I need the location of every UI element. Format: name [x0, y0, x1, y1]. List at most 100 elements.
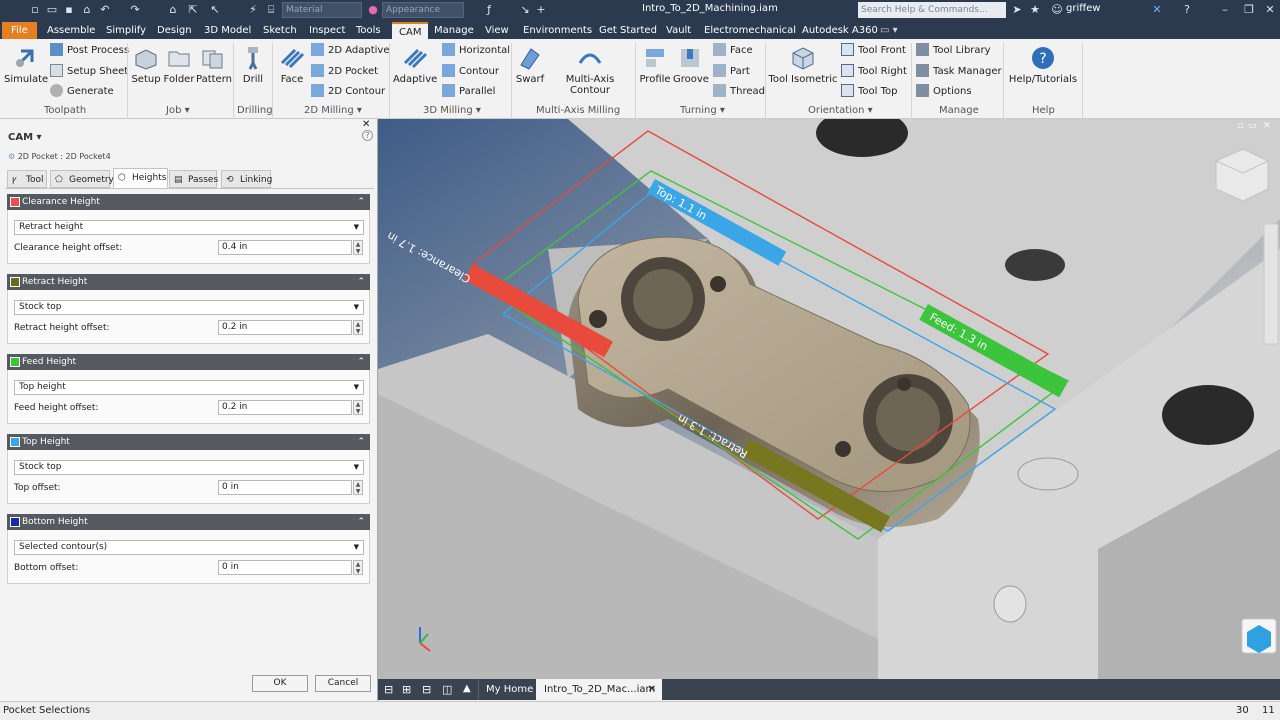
tab-simplify[interactable]: Simplify	[106, 22, 146, 39]
user-name[interactable]: griffew	[1066, 3, 1100, 14]
generate-button[interactable]: Generate	[50, 83, 114, 101]
simulate-button[interactable]: Simulate	[4, 45, 48, 85]
cursor-icon[interactable]: ↘	[518, 3, 532, 17]
color-wheel-icon[interactable]: ●	[366, 3, 380, 17]
spin-buttons[interactable]: ▲ ▼	[353, 560, 363, 575]
task-manager-button[interactable]: Task Manager	[916, 63, 1002, 81]
top-offset-input[interactable]: 0 in	[218, 480, 352, 495]
tab-geometry[interactable]: ⬠ Geometry	[50, 170, 114, 188]
a360-share-icon[interactable]	[1241, 618, 1277, 654]
part-button[interactable]: Part	[713, 63, 750, 81]
multi-axis-contour-button[interactable]: Multi-Axis Contour	[548, 45, 632, 96]
star-icon[interactable]: ★	[1028, 3, 1042, 17]
turning-face-button[interactable]: Face	[713, 42, 753, 60]
viewport-maximize-icon[interactable]: ▭	[1248, 121, 1257, 131]
2d-contour-button[interactable]: 2D Contour	[311, 83, 385, 101]
feed-offset-input[interactable]: 0.2 in	[218, 400, 352, 415]
contour-button[interactable]: Contour	[442, 63, 499, 81]
measure-icon[interactable]: ⌸	[264, 3, 278, 17]
tab-electromechanical[interactable]: Electromechanical	[704, 22, 796, 39]
face-button[interactable]: Face	[277, 45, 307, 85]
horizontal-button[interactable]: Horizontal	[442, 42, 510, 60]
setup-button[interactable]: Setup	[131, 45, 161, 85]
tab-list-arrow-icon[interactable]: ▲	[463, 683, 471, 694]
minimize-icon[interactable]: –	[1218, 3, 1232, 17]
post-process-button[interactable]: Post Process	[50, 42, 129, 60]
tool-isometric-button[interactable]: Tool Isometric	[768, 45, 838, 85]
tab-environments[interactable]: Environments	[523, 22, 592, 39]
tab-autodesk-a360[interactable]: Autodesk A360	[802, 22, 878, 39]
spin-buttons[interactable]: ▲ ▼	[353, 480, 363, 495]
panel-help-icon[interactable]: ?	[362, 130, 373, 141]
panel-close-icon[interactable]: ✕	[362, 119, 370, 130]
appearance-dropdown[interactable]: Appearance	[382, 2, 464, 18]
bottom-offset-input[interactable]: 0 in	[218, 560, 352, 575]
feed-from-select[interactable]: Top height ▼	[14, 380, 364, 395]
section-retract-height[interactable]: Retract Height ⌃	[7, 274, 370, 290]
tab-3d-model[interactable]: 3D Model	[204, 22, 251, 39]
collapse-icon[interactable]: ⌃	[357, 274, 365, 290]
tool-right-button[interactable]: Tool Right	[841, 63, 907, 81]
tab-document[interactable]: Intro_To_2D_Mac...iam ✕	[536, 679, 662, 700]
bottom-from-select[interactable]: Selected contour(s) ▼	[14, 540, 364, 555]
tab-assemble[interactable]: Assemble	[47, 22, 95, 39]
section-top-height[interactable]: Top Height ⌃	[7, 434, 370, 450]
tool-library-button[interactable]: Tool Library	[916, 42, 991, 60]
tab-design[interactable]: Design	[157, 22, 192, 39]
tab-passes[interactable]: ▤ Passes	[169, 170, 218, 188]
help-tutorials-button[interactable]: ? Help/Tutorials	[1008, 45, 1078, 85]
spin-buttons[interactable]: ▲ ▼	[353, 240, 363, 255]
tab-cam[interactable]: CAM	[392, 22, 429, 39]
top-from-select[interactable]: Stock top ▼	[14, 460, 364, 475]
parallel-button[interactable]: Parallel	[442, 83, 495, 101]
restore-icon[interactable]: ❐	[1242, 3, 1256, 17]
clearance-from-select[interactable]: Retract height ▼	[14, 220, 364, 235]
home-icon[interactable]: ⌂	[80, 3, 94, 17]
profile-button[interactable]: Profile	[638, 45, 672, 85]
undo-icon[interactable]: ↶	[98, 3, 112, 17]
cancel-button[interactable]: Cancel	[315, 675, 371, 692]
window-close-icon[interactable]: ✕	[1263, 3, 1277, 17]
folder-button[interactable]: Folder	[162, 45, 196, 85]
tile-grid-icon[interactable]: ⊞	[402, 683, 411, 696]
clearance-offset-input[interactable]: 0.4 in	[218, 240, 352, 255]
tool-front-button[interactable]: Tool Front	[841, 42, 906, 60]
split-icon[interactable]: ◫	[442, 683, 452, 696]
collapse-icon[interactable]: ⌃	[357, 194, 365, 210]
tab-manage[interactable]: Manage	[434, 22, 474, 39]
tab-get-started[interactable]: Get Started	[599, 22, 657, 39]
panel-title[interactable]: CAM ▾	[8, 132, 42, 143]
groove-button[interactable]: Groove	[673, 45, 709, 85]
x-close-icon[interactable]: ✕	[1150, 3, 1164, 17]
tab-file[interactable]: File	[2, 22, 37, 39]
tile-horizontal-icon[interactable]: ⊟	[384, 683, 393, 696]
plus-icon[interactable]: +	[534, 3, 548, 17]
ok-button[interactable]: OK	[252, 675, 308, 692]
select-icon[interactable]: ↖	[208, 3, 222, 17]
section-clearance-height[interactable]: Clearance Height ⌃	[7, 194, 370, 210]
2d-adaptive-button[interactable]: 2D Adaptive	[311, 42, 390, 60]
options-button[interactable]: Options	[916, 83, 972, 101]
swarf-button[interactable]: Swarf	[514, 45, 546, 85]
tab-sketch[interactable]: Sketch	[263, 22, 297, 39]
tile-vertical-icon[interactable]: ⊟	[422, 683, 431, 696]
new-icon[interactable]: ▫	[28, 3, 42, 17]
retract-from-select[interactable]: Stock top ▼	[14, 300, 364, 315]
return-icon[interactable]: ⇱	[186, 3, 200, 17]
tab-overflow-icon[interactable]: ▭ ▾	[880, 22, 898, 39]
retract-offset-input[interactable]: 0.2 in	[218, 320, 352, 335]
section-feed-height[interactable]: Feed Height ⌃	[7, 354, 370, 370]
section-bottom-height[interactable]: Bottom Height ⌃	[7, 514, 370, 530]
thread-button[interactable]: Thread	[713, 83, 765, 101]
tab-my-home[interactable]: My Home	[478, 679, 540, 700]
tab-heights[interactable]: ⬡ Heights	[113, 168, 168, 188]
tab-close-icon[interactable]: ✕	[648, 679, 656, 700]
3d-viewport[interactable]: Top: 1.1 in Clearance: 1.7 in Feed: 1.3 …	[378, 119, 1280, 679]
viewport-close-icon[interactable]: ✕	[1263, 121, 1271, 131]
fx-icon[interactable]: ƒ	[482, 3, 496, 17]
navigation-bar[interactable]	[1263, 223, 1279, 345]
tab-tool[interactable]: ꝩ Tool	[7, 170, 47, 188]
home-view-icon[interactable]: ⌂	[166, 3, 180, 17]
update-icon[interactable]: ⚡	[246, 3, 260, 17]
tab-inspect[interactable]: Inspect	[309, 22, 345, 39]
